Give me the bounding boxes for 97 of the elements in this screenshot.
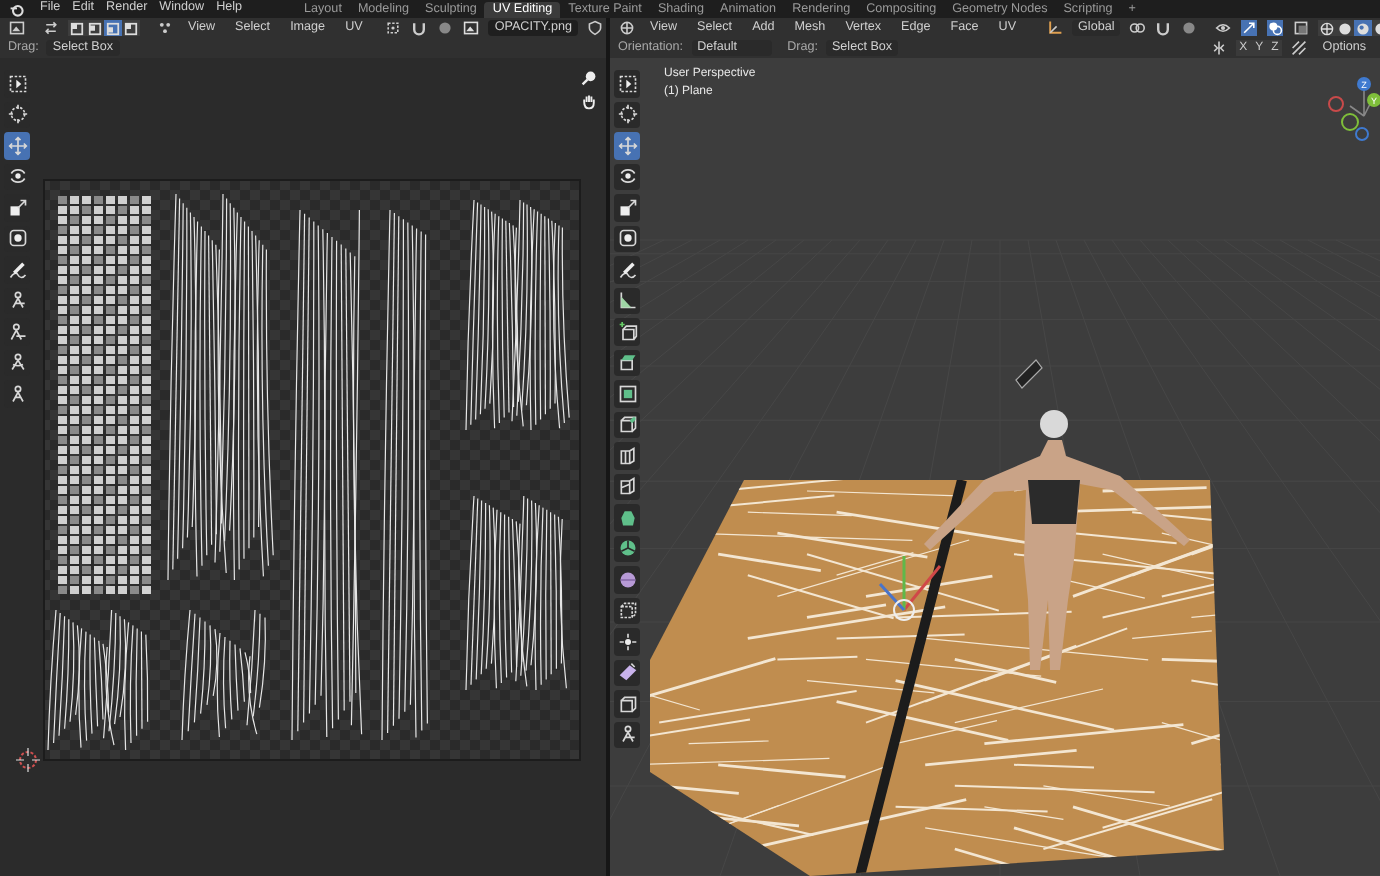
scale-tool-button[interactable] xyxy=(614,194,640,221)
select-tool-button[interactable] xyxy=(614,70,640,97)
select-tool-button[interactable] xyxy=(4,70,30,97)
orientation-axes-icon xyxy=(1046,20,1065,36)
overlay-circles-icon xyxy=(1266,20,1285,36)
loop-cut-icon xyxy=(617,445,637,466)
shading-mode-button[interactable] xyxy=(1318,20,1337,36)
navigation-gizmo[interactable] xyxy=(1328,77,1380,141)
cube-plus-icon xyxy=(617,321,637,342)
transform-tool-button[interactable] xyxy=(614,225,640,252)
sphere-icon xyxy=(617,569,637,590)
wireframe-sphere-icon xyxy=(1320,21,1335,35)
knife-tool-button[interactable] xyxy=(614,473,640,500)
mirror-icon xyxy=(1209,40,1228,56)
select-mode-button[interactable] xyxy=(86,20,104,36)
addcube-tool-button[interactable] xyxy=(614,318,640,345)
material-sphere-icon xyxy=(1356,21,1371,35)
select-mode-button[interactable] xyxy=(104,20,122,36)
polybuild-tool-button[interactable] xyxy=(614,504,640,531)
image-editor-icon xyxy=(8,20,26,36)
spin-tool-button[interactable] xyxy=(614,535,640,562)
transform-tool-button[interactable] xyxy=(4,225,30,252)
shield-icon xyxy=(585,20,604,36)
hand-icon[interactable] xyxy=(580,94,598,110)
inset-cube-icon xyxy=(617,383,637,404)
move-tool-button[interactable] xyxy=(614,132,640,159)
mode-square-icon xyxy=(88,21,102,35)
pivot-icon xyxy=(384,20,403,36)
snap-magnet-icon xyxy=(410,20,429,36)
visibility-icon xyxy=(1214,20,1233,36)
gizmo-toggle-icon xyxy=(1240,20,1259,36)
inset-tool-button[interactable] xyxy=(614,380,640,407)
transform-icon xyxy=(7,228,27,249)
rip-tool-button[interactable] xyxy=(614,721,640,748)
annotate-tool-button[interactable] xyxy=(614,256,640,283)
scale-icon xyxy=(7,197,27,218)
shrink-icon xyxy=(617,631,637,652)
bevel-tool-button[interactable] xyxy=(614,411,640,438)
proportional-edit-icon xyxy=(436,20,455,36)
move-arrows-icon xyxy=(7,135,27,156)
lamp-object-icon xyxy=(1015,359,1043,389)
cube-outline-icon xyxy=(617,600,637,621)
rip-icon xyxy=(617,724,637,745)
shear-icon xyxy=(617,662,637,683)
select-box-icon xyxy=(7,73,27,94)
scale-icon xyxy=(617,197,637,218)
mode-square-icon xyxy=(70,21,84,35)
polybuild-shape-icon xyxy=(617,507,637,528)
2d-cursor-icon xyxy=(15,747,41,773)
rotate-icon xyxy=(7,166,27,187)
measure-tool-button[interactable] xyxy=(614,287,640,314)
xray-icon xyxy=(1292,20,1311,36)
solid-sphere-icon xyxy=(1338,21,1353,35)
ruler-icon xyxy=(617,290,637,311)
proportional-edit-icon xyxy=(1180,20,1199,36)
shading-mode-button[interactable] xyxy=(1354,20,1373,36)
extrude-tool-button[interactable] xyxy=(614,349,640,376)
relax-icon xyxy=(7,352,27,373)
snap-magnet-icon xyxy=(1154,20,1173,36)
move-tool-button[interactable] xyxy=(4,132,30,159)
move-arrows-icon xyxy=(617,135,637,156)
pen-icon xyxy=(617,259,637,280)
cursor-icon xyxy=(7,104,27,125)
grab-icon xyxy=(7,321,27,342)
pivot-icon xyxy=(1128,20,1147,36)
shrink-tool-button[interactable] xyxy=(614,628,640,655)
mode-square-icon xyxy=(106,21,120,35)
pinch-icon xyxy=(7,383,27,404)
slide-cube-icon xyxy=(617,693,637,714)
mesh-options-icon xyxy=(1290,40,1309,56)
shear-tool-button[interactable] xyxy=(614,659,640,686)
smooth-tool-button[interactable] xyxy=(614,566,640,593)
extrude-cube-icon xyxy=(617,352,637,373)
cursor-icon xyxy=(617,104,637,125)
sync-arrows-icon xyxy=(42,20,60,36)
zoom-icon[interactable] xyxy=(580,70,598,86)
pen-icon xyxy=(7,259,27,280)
blender-logo-icon xyxy=(8,1,26,17)
image-icon xyxy=(462,20,481,36)
shading-mode-button[interactable] xyxy=(1336,20,1355,36)
select-mode-button[interactable] xyxy=(122,20,140,36)
mode-square-icon xyxy=(124,21,138,35)
select-box-icon xyxy=(617,73,637,94)
spin-icon xyxy=(617,538,637,559)
rip-icon xyxy=(7,290,27,311)
randomize-tool-button[interactable] xyxy=(614,597,640,624)
rotate-icon xyxy=(617,166,637,187)
loopcut-tool-button[interactable] xyxy=(614,442,640,469)
rotate-tool-button[interactable] xyxy=(614,163,640,190)
knife-icon xyxy=(617,476,637,497)
cursor-tool-button[interactable] xyxy=(614,101,640,128)
select-mode-button[interactable] xyxy=(68,20,86,36)
viewport-editor-icon xyxy=(618,20,636,36)
sticky-select-icon xyxy=(156,20,174,36)
transform-icon xyxy=(617,228,637,249)
bevel-cube-icon xyxy=(617,414,637,435)
slide-tool-button[interactable] xyxy=(614,690,640,717)
